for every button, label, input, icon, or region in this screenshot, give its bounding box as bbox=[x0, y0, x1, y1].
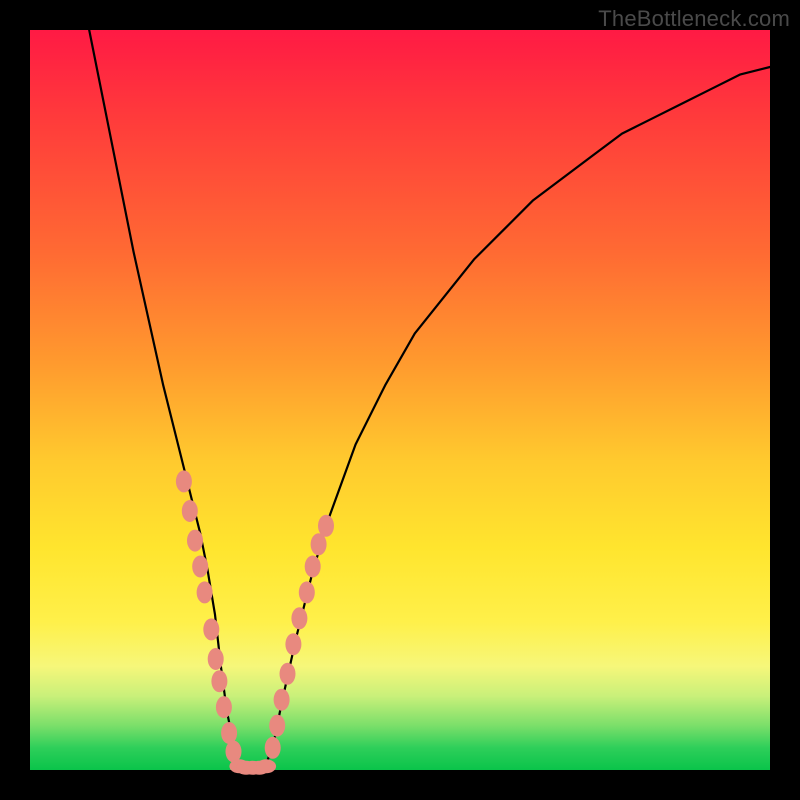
data-marker bbox=[256, 759, 276, 773]
data-marker bbox=[211, 670, 227, 692]
data-marker bbox=[269, 715, 285, 737]
bottleneck-curve bbox=[89, 30, 770, 770]
data-marker bbox=[299, 581, 315, 603]
data-marker bbox=[226, 741, 242, 763]
data-marker bbox=[291, 607, 307, 629]
data-marker bbox=[216, 696, 232, 718]
data-marker bbox=[265, 737, 281, 759]
data-marker bbox=[274, 689, 290, 711]
data-marker bbox=[305, 556, 321, 578]
data-marker bbox=[203, 618, 219, 640]
data-marker bbox=[197, 581, 213, 603]
data-marker bbox=[182, 500, 198, 522]
data-markers bbox=[176, 470, 334, 774]
data-marker bbox=[176, 470, 192, 492]
data-marker bbox=[280, 663, 296, 685]
data-marker bbox=[311, 533, 327, 555]
plot-area bbox=[30, 30, 770, 770]
data-marker bbox=[208, 648, 224, 670]
data-marker bbox=[192, 556, 208, 578]
data-marker bbox=[318, 515, 334, 537]
chart-frame: TheBottleneck.com bbox=[0, 0, 800, 800]
chart-overlay bbox=[30, 30, 770, 770]
data-marker bbox=[285, 633, 301, 655]
data-marker bbox=[187, 530, 203, 552]
watermark-text: TheBottleneck.com bbox=[598, 6, 790, 32]
